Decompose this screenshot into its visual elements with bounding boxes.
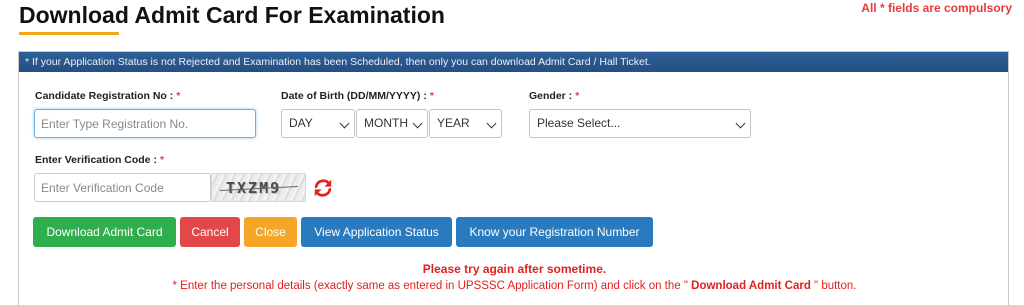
registration-label: Candidate Registration No : *	[35, 90, 180, 102]
note-bold-text: Download Admit Card	[691, 280, 811, 292]
chevron-down-icon	[412, 118, 423, 129]
dob-label: Date of Birth (DD/MM/YYYY) : *	[281, 90, 434, 102]
admit-card-form-panel: * If your Application Status is not Reje…	[18, 51, 1009, 305]
verification-label-text: Enter Verification Code :	[35, 154, 157, 166]
dob-month-value: MONTH	[364, 116, 408, 130]
chevron-down-icon	[339, 118, 350, 129]
info-banner: * If your Application Status is not Reje…	[19, 52, 1008, 72]
dob-year-value: YEAR	[437, 116, 470, 130]
close-button[interactable]: Close	[244, 217, 297, 247]
dob-year-select[interactable]: YEAR	[429, 109, 502, 138]
required-mark: *	[176, 90, 181, 102]
know-registration-number-button[interactable]: Know your Registration Number	[456, 217, 653, 247]
note-prefix: * Enter the personal details (exactly sa…	[172, 280, 688, 292]
dob-day-select[interactable]: DAY	[281, 109, 355, 138]
cancel-button[interactable]: Cancel	[180, 217, 240, 247]
error-message: Please try again after sometime.	[422, 262, 607, 276]
chevron-down-icon	[486, 118, 497, 129]
verification-label: Enter Verification Code : *	[35, 154, 164, 166]
dob-day-value: DAY	[289, 116, 313, 130]
dob-label-text: Date of Birth (DD/MM/YYYY) :	[281, 90, 427, 102]
compulsory-fields-note: All * fields are compulsory	[861, 1, 1012, 15]
required-mark: *	[429, 90, 434, 102]
download-admit-card-button[interactable]: Download Admit Card	[33, 217, 176, 247]
gender-select[interactable]: Please Select...	[529, 109, 751, 138]
gender-label: Gender : *	[529, 90, 579, 102]
dob-month-select[interactable]: MONTH	[356, 109, 428, 138]
gender-value: Please Select...	[537, 116, 621, 130]
view-application-status-button[interactable]: View Application Status	[301, 217, 452, 247]
chevron-down-icon	[735, 118, 746, 129]
required-mark: *	[159, 154, 165, 166]
registration-number-input[interactable]	[34, 109, 256, 138]
note-suffix: " button.	[814, 280, 857, 292]
instruction-note: * Enter the personal details (exactly sa…	[19, 280, 1010, 292]
gender-label-text: Gender :	[529, 90, 573, 102]
refresh-icon[interactable]	[312, 177, 334, 199]
required-mark: *	[575, 90, 580, 102]
title-underline	[19, 32, 119, 35]
registration-label-text: Candidate Registration No :	[35, 90, 174, 102]
captcha-image: TXZM9	[211, 173, 306, 202]
page-title: Download Admit Card For Examination	[19, 2, 445, 28]
verification-code-input[interactable]	[34, 173, 211, 202]
